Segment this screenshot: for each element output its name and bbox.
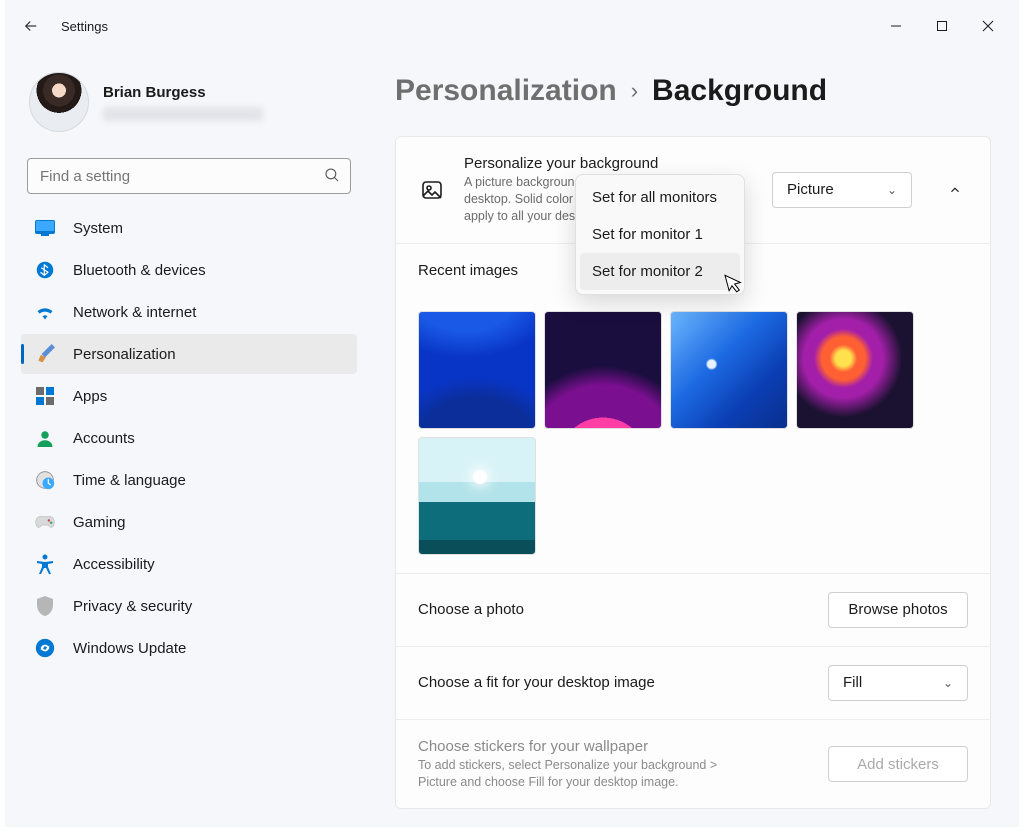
context-menu: Set for all monitors Set for monitor 1 S…: [575, 174, 745, 295]
apps-icon: [35, 386, 55, 406]
user-account-row[interactable]: Brian Burgess: [21, 68, 357, 148]
sidebar-item-personalization[interactable]: Personalization: [21, 334, 357, 374]
sidebar-item-label: System: [73, 220, 123, 237]
sidebar-item-system[interactable]: System: [21, 208, 357, 248]
user-name: Brian Burgess: [103, 84, 263, 101]
wifi-icon: [35, 302, 55, 322]
add-stickers-button: Add stickers: [828, 746, 968, 782]
select-value: Picture: [787, 181, 834, 198]
back-button[interactable]: [13, 8, 49, 44]
recent-image-thumbnail[interactable]: [418, 437, 536, 555]
search-icon: [323, 166, 341, 189]
button-label: Add stickers: [857, 756, 939, 773]
chevron-up-icon: [948, 183, 962, 197]
sidebar-item-bluetooth[interactable]: Bluetooth & devices: [21, 250, 357, 290]
sidebar: Brian Burgess System Bluetooth & devices: [5, 52, 365, 832]
breadcrumb: Personalization › Background: [395, 74, 991, 108]
arrow-left-icon: [22, 17, 40, 35]
browse-photos-button[interactable]: Browse photos: [828, 592, 968, 628]
select-value: Fill: [843, 674, 862, 691]
maximize-button[interactable]: [919, 10, 965, 42]
person-icon: [35, 428, 55, 448]
chevron-down-icon: ⌄: [887, 183, 897, 197]
background-type-select[interactable]: Picture ⌄: [772, 172, 912, 208]
page-title: Background: [652, 74, 827, 108]
window-title: Settings: [61, 19, 108, 34]
main-content: Personalization › Background Personalize…: [365, 52, 1019, 832]
sidebar-item-privacy[interactable]: Privacy & security: [21, 586, 357, 626]
sidebar-item-label: Privacy & security: [73, 598, 192, 615]
sidebar-item-update[interactable]: Windows Update: [21, 628, 357, 668]
row-stickers: Choose stickers for your wallpaper To ad…: [396, 719, 990, 809]
context-menu-item-monitor-2[interactable]: Set for monitor 2: [580, 253, 740, 290]
sidebar-item-label: Personalization: [73, 346, 176, 363]
sidebar-item-label: Windows Update: [73, 640, 186, 657]
recent-images-grid: [418, 311, 968, 555]
context-menu-item-all-monitors[interactable]: Set for all monitors: [580, 179, 740, 216]
sidebar-item-label: Bluetooth & devices: [73, 262, 206, 279]
section-title: Choose a photo: [418, 601, 810, 618]
chevron-down-icon: ⌄: [943, 676, 953, 690]
breadcrumb-parent[interactable]: Personalization: [395, 74, 617, 108]
section-title: Personalize your background: [464, 155, 754, 172]
recent-image-thumbnail[interactable]: [544, 311, 662, 429]
sidebar-item-network[interactable]: Network & internet: [21, 292, 357, 332]
minimize-icon: [890, 20, 902, 32]
chevron-right-icon: ›: [631, 78, 638, 104]
clock-globe-icon: [35, 470, 55, 490]
picture-icon: [418, 176, 446, 204]
close-icon: [982, 20, 994, 32]
recent-image-thumbnail[interactable]: [796, 311, 914, 429]
minimize-button[interactable]: [873, 10, 919, 42]
section-title: Choose a fit for your desktop image: [418, 674, 810, 691]
nav-list: System Bluetooth & devices Network & int…: [21, 208, 357, 668]
recent-image-thumbnail[interactable]: [418, 311, 536, 429]
gamepad-icon: [35, 512, 55, 532]
sidebar-item-label: Gaming: [73, 514, 126, 531]
avatar: [29, 72, 89, 132]
sidebar-item-label: Apps: [73, 388, 107, 405]
sidebar-item-label: Accessibility: [73, 556, 155, 573]
close-button[interactable]: [965, 10, 1011, 42]
maximize-icon: [936, 20, 948, 32]
sidebar-item-time[interactable]: Time & language: [21, 460, 357, 500]
section-title: Recent images: [418, 262, 518, 279]
accessibility-icon: [35, 554, 55, 574]
sidebar-item-label: Network & internet: [73, 304, 196, 321]
context-menu-item-monitor-1[interactable]: Set for monitor 1: [580, 216, 740, 253]
sidebar-item-label: Accounts: [73, 430, 135, 447]
sidebar-item-accounts[interactable]: Accounts: [21, 418, 357, 458]
shield-icon: [35, 596, 55, 616]
search-input[interactable]: [27, 158, 351, 194]
sidebar-item-accessibility[interactable]: Accessibility: [21, 544, 357, 584]
collapse-button[interactable]: [942, 177, 968, 203]
button-label: Browse photos: [848, 601, 947, 618]
fit-select[interactable]: Fill ⌄: [828, 665, 968, 701]
update-icon: [35, 638, 55, 658]
display-icon: [35, 218, 55, 238]
sidebar-item-apps[interactable]: Apps: [21, 376, 357, 416]
sidebar-item-gaming[interactable]: Gaming: [21, 502, 357, 542]
paintbrush-icon: [35, 344, 55, 364]
row-choose-photo: Choose a photo Browse photos: [396, 573, 990, 646]
section-desc: To add stickers, select Personalize your…: [418, 757, 748, 791]
section-title: Choose stickers for your wallpaper: [418, 738, 810, 755]
row-choose-fit: Choose a fit for your desktop image Fill…: [396, 646, 990, 719]
recent-image-thumbnail[interactable]: [670, 311, 788, 429]
user-email-blurred: [103, 107, 263, 121]
sidebar-item-label: Time & language: [73, 472, 186, 489]
title-bar: Settings: [5, 0, 1019, 52]
bluetooth-icon: [35, 260, 55, 280]
